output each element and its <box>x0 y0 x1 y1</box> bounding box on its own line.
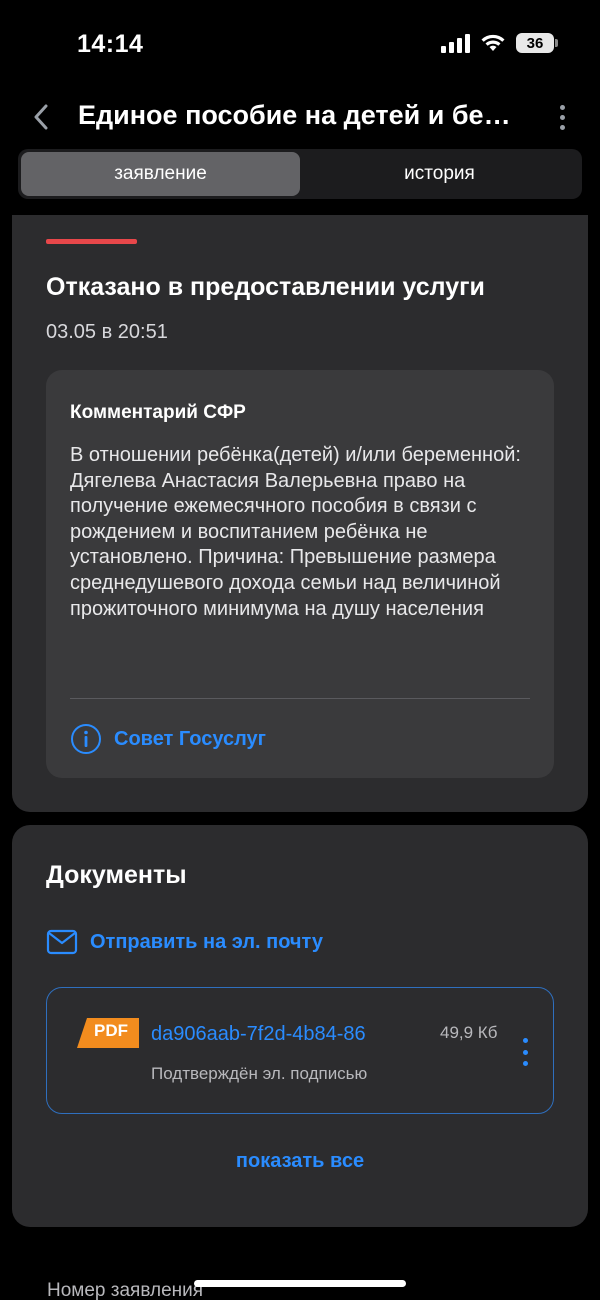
dot-icon <box>522 1038 528 1043</box>
status-accent-line <box>46 239 137 244</box>
dot-icon <box>559 104 565 110</box>
back-button[interactable] <box>26 97 56 137</box>
tip-label: Совет Госуслуг <box>114 727 266 750</box>
status-card: Отказано в предоставлении услуги 03.05 в… <box>12 215 588 812</box>
status-icons: 36 <box>441 33 558 53</box>
file-options-button[interactable] <box>519 1038 531 1066</box>
cellular-signal-icon <box>441 33 470 53</box>
wifi-icon <box>481 34 505 51</box>
status-bar: 14:14 36 <box>0 0 600 90</box>
segmented-tabs: заявление история <box>18 149 582 199</box>
send-email-link[interactable]: Отправить на эл. почту <box>46 929 323 955</box>
show-all-button[interactable]: показать все <box>12 1150 588 1173</box>
application-number-label: Номер заявления <box>47 1280 204 1300</box>
dot-icon <box>559 114 565 120</box>
comment-box: Комментарий СФР В отношении ребёнка(дете… <box>46 370 554 778</box>
dot-icon <box>522 1049 528 1055</box>
home-indicator <box>194 1280 406 1287</box>
nav-bar: Единое пособие на детей и беременных жен… <box>0 95 600 139</box>
battery-icon: 36 <box>516 33 558 53</box>
file-name[interactable]: da906aab-7f2d-4b84-86 <box>151 1023 423 1046</box>
comment-title: Комментарий СФР <box>70 402 246 423</box>
divider <box>70 698 530 699</box>
info-icon <box>71 724 101 754</box>
status-title: Отказано в предоставлении услуги <box>46 273 485 301</box>
dot-icon <box>559 124 565 130</box>
status-time: 14:14 <box>77 30 144 58</box>
file-size: 49,9 Кб <box>440 1023 498 1042</box>
documents-title: Документы <box>46 861 187 889</box>
file-signature-status: Подтверждён эл. подписью <box>151 1064 368 1083</box>
tab-application[interactable]: заявление <box>21 152 300 196</box>
comment-text: В отношении ребёнка(детей) и/или беремен… <box>70 444 521 620</box>
file-item[interactable]: PDF da906aab-7f2d-4b84-86 49,9 Кб Подтве… <box>46 987 554 1114</box>
dot-icon <box>522 1061 528 1066</box>
more-options-button[interactable] <box>552 99 572 135</box>
chevron-left-icon <box>34 104 48 130</box>
page-title: Единое пособие на детей и беременных жен… <box>78 100 518 130</box>
mail-icon <box>46 929 78 955</box>
send-email-label: Отправить на эл. почту <box>90 930 323 953</box>
status-date: 03.05 в 20:51 <box>46 321 168 343</box>
tip-link[interactable]: Совет Госуслуг <box>70 723 266 755</box>
pdf-badge: PDF <box>94 1021 128 1040</box>
tab-history[interactable]: история <box>300 152 579 196</box>
documents-card: Документы Отправить на эл. почту PDF da9… <box>12 825 588 1227</box>
